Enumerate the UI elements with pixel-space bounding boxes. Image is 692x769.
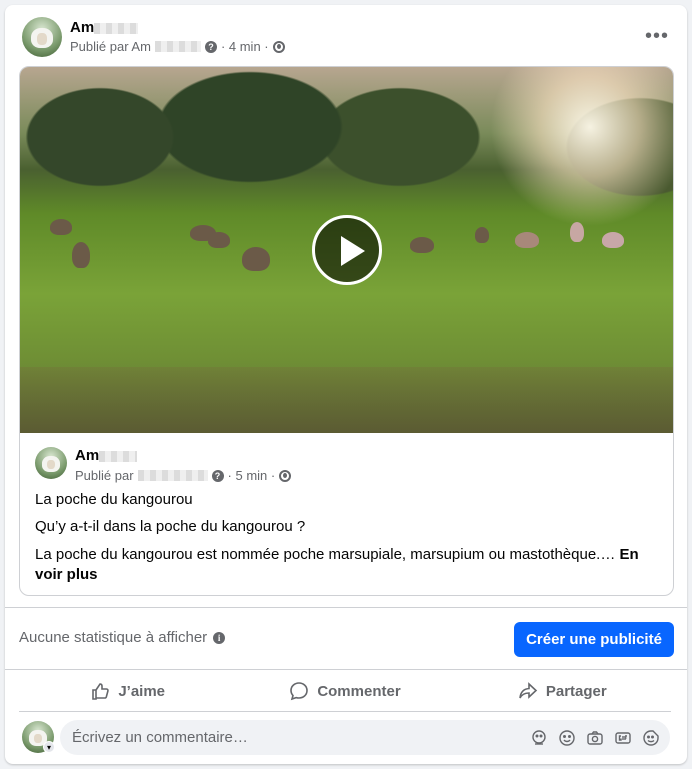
- see-more-link-cont[interactable]: voir plus: [35, 566, 98, 583]
- see-more-link[interactable]: En: [620, 546, 639, 563]
- shared-post-question: Qu’y a-t-il dans la poche du kangourou ?: [35, 518, 306, 535]
- comment-button[interactable]: Commenter: [236, 671, 453, 711]
- globe-icon: [272, 40, 285, 53]
- comment-label: Commenter: [317, 682, 401, 700]
- action-bar: J’aime Commenter Partager: [19, 671, 671, 711]
- globe-icon: [279, 469, 292, 482]
- shared-author-avatar[interactable]: [35, 447, 67, 479]
- author-avatar[interactable]: [22, 17, 62, 57]
- like-button[interactable]: J’aime: [19, 671, 236, 711]
- play-icon[interactable]: [312, 215, 382, 285]
- shared-post-body-text: La poche du kangourou est nommée poche m…: [35, 546, 620, 563]
- post-time[interactable]: · 4 min ·: [221, 39, 269, 54]
- thumbs-up-icon: [92, 683, 110, 700]
- help-icon[interactable]: ?: [204, 40, 217, 53]
- sticker-icon[interactable]: [642, 729, 660, 747]
- share-button[interactable]: Partager: [454, 671, 671, 711]
- shared-published-by[interactable]: Publié par: [75, 468, 134, 483]
- camera-icon[interactable]: [586, 729, 604, 747]
- like-label: J’aime: [118, 682, 166, 700]
- help-icon[interactable]: ?: [211, 469, 224, 482]
- emoji-icon[interactable]: [558, 729, 576, 747]
- author-name[interactable]: Am: [70, 19, 139, 36]
- divider: [5, 669, 687, 670]
- chevron-down-icon[interactable]: ▾: [43, 741, 55, 753]
- see-more-line: voir plus: [35, 566, 98, 583]
- shared-post[interactable]: Am Publié par ? · 5 min · La poche du ka…: [19, 66, 674, 596]
- stats-row: Aucune statistique à afficher i: [19, 629, 226, 646]
- published-by[interactable]: Publié par Am: [70, 39, 151, 54]
- gif-icon[interactable]: [614, 729, 632, 747]
- info-icon[interactable]: i: [213, 631, 226, 644]
- shared-post-meta: Publié par ? · 5 min ·: [75, 468, 292, 483]
- share-label: Partager: [545, 682, 607, 700]
- avatar-sticker-icon[interactable]: [530, 729, 548, 747]
- post-meta: Publié par Am ? · 4 min ·: [70, 39, 285, 54]
- share-icon: [519, 682, 538, 699]
- post-card: Am Publié par Am ? · 4 min · ••• Am Publ…: [5, 5, 687, 764]
- shared-post-body: La poche du kangourou est nommée poche m…: [35, 546, 639, 563]
- comment-composer: [60, 720, 670, 755]
- divider: [19, 711, 671, 712]
- comment-input[interactable]: [72, 720, 512, 755]
- comment-icon: [290, 682, 309, 701]
- video-thumbnail[interactable]: [20, 67, 673, 433]
- divider: [5, 607, 687, 608]
- more-options-button[interactable]: •••: [645, 25, 669, 48]
- shared-author-name[interactable]: Am: [75, 447, 138, 464]
- no-stats-text: Aucune statistique à afficher: [19, 629, 208, 646]
- shared-post-title: La poche du kangourou: [35, 491, 193, 508]
- create-ad-button[interactable]: Créer une publicité: [514, 622, 674, 657]
- shared-post-time[interactable]: · 5 min ·: [228, 468, 276, 483]
